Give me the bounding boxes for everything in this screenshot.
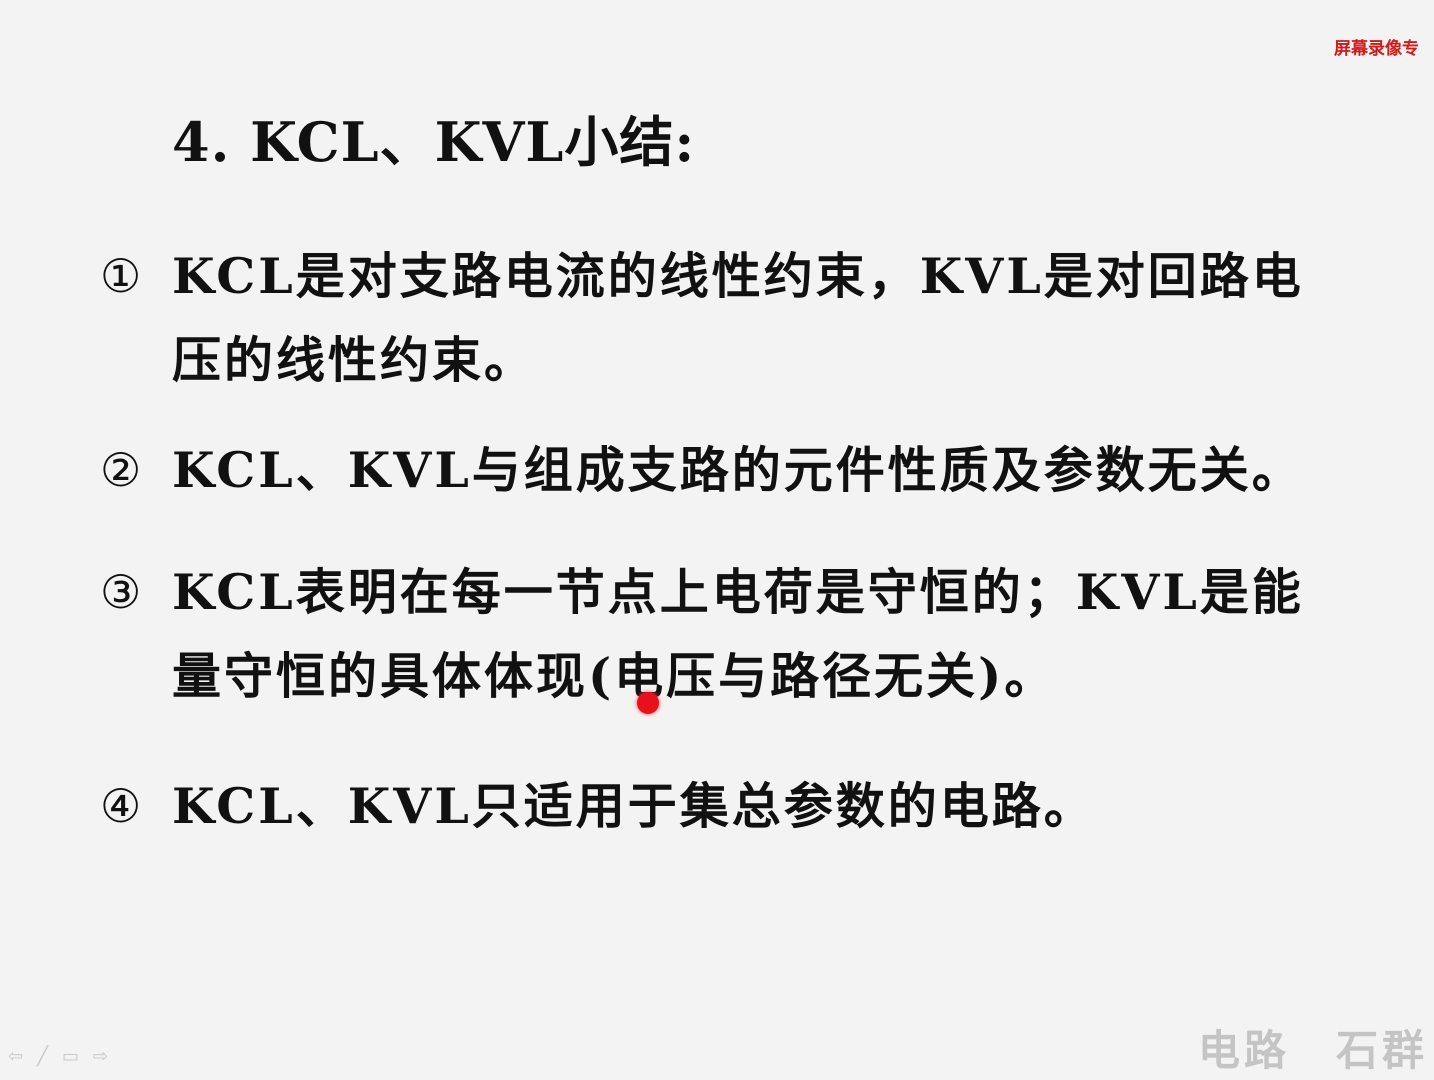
- item-number: ④: [100, 779, 142, 833]
- item-text: KCL表明在每一节点上电荷是守恒的；KVL是能量守恒的具体体现(电压与路径无关)…: [172, 563, 1304, 705]
- laser-pointer-dot: [637, 692, 659, 714]
- slide-title: 4. KCL、KVL小结:: [172, 110, 696, 174]
- pen-icon[interactable]: ╱: [37, 1048, 48, 1066]
- list-item: ② KCL、KVL与组成支路的元件性质及参数无关。: [100, 428, 1360, 512]
- item-number: ①: [100, 249, 142, 303]
- item-number: ②: [100, 443, 142, 497]
- list-item: ① KCL是对支路电流的线性约束，KVL是对回路电压的线性约束。: [100, 234, 1360, 404]
- slide: 屏幕录像专 4. KCL、KVL小结: ① KCL是对支路电流的线性约束，KVL…: [0, 0, 1434, 1080]
- item-number: ③: [100, 565, 142, 619]
- next-arrow-icon[interactable]: ⇨: [93, 1048, 108, 1066]
- footer-brand: 电路 石群: [1198, 1017, 1428, 1078]
- item-text: KCL是对支路电流的线性约束，KVL是对回路电压的线性约束。: [172, 247, 1304, 389]
- menu-icon[interactable]: ▭: [62, 1048, 79, 1066]
- item-text: KCL、KVL与组成支路的元件性质及参数无关。: [172, 441, 1304, 499]
- slideshow-nav: ⇦ ╱ ▭ ⇨: [8, 1048, 108, 1066]
- recorder-watermark: 屏幕录像专: [1334, 39, 1419, 59]
- item-text: KCL、KVL只适用于集总参数的电路。: [172, 777, 1096, 835]
- footer-course: 电路: [1197, 1026, 1290, 1075]
- prev-arrow-icon[interactable]: ⇦: [8, 1048, 23, 1066]
- footer-author: 石群: [1335, 1026, 1428, 1075]
- list-item: ③ KCL表明在每一节点上电荷是守恒的；KVL是能量守恒的具体体现(电压与路径无…: [100, 550, 1360, 720]
- list-item: ④ KCL、KVL只适用于集总参数的电路。: [100, 764, 1360, 848]
